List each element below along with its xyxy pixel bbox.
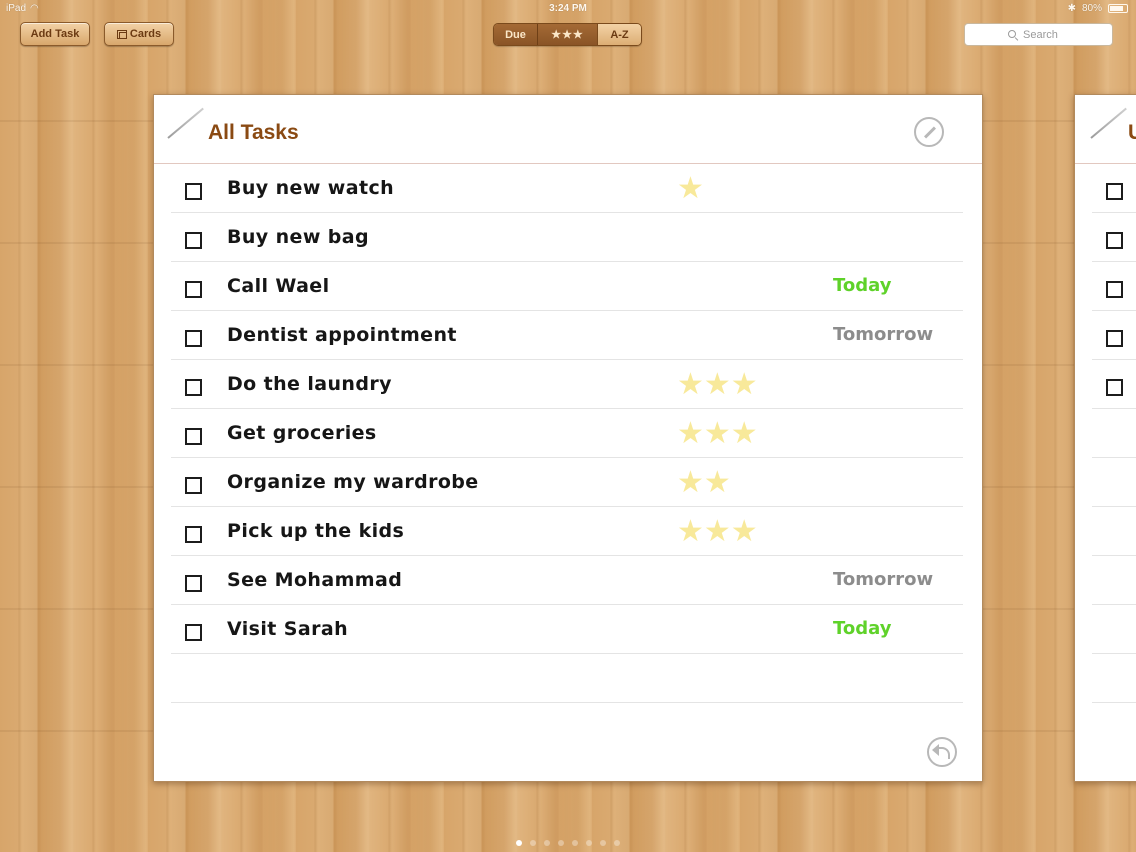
- page-dot[interactable]: [614, 840, 620, 846]
- task-row[interactable]: Do the laundry ★★★: [171, 360, 963, 409]
- empty-row[interactable]: [171, 654, 963, 703]
- status-bar: iPad ◠ 3:24 PM ✱ 80%: [0, 0, 1136, 18]
- task-row[interactable]: [1092, 213, 1136, 262]
- task-checkbox[interactable]: [1106, 379, 1123, 396]
- task-checkbox[interactable]: [185, 428, 202, 445]
- task-checkbox[interactable]: [185, 183, 202, 200]
- task-checkbox[interactable]: [185, 575, 202, 592]
- task-checkbox[interactable]: [185, 379, 202, 396]
- sort-segmented-control: Due ★★★ A-Z: [493, 23, 642, 46]
- empty-row: [1092, 605, 1136, 654]
- star-rating: ★★★: [677, 367, 758, 402]
- sort-stars-label: ★★★: [551, 29, 584, 41]
- card-header: All Tasks: [154, 95, 982, 164]
- task-name: Organize my wardrobe: [227, 471, 479, 493]
- page-dot[interactable]: [558, 840, 564, 846]
- task-row[interactable]: Organize my wardrobe ★★: [171, 458, 963, 507]
- task-name: Pick up the kids: [227, 520, 405, 542]
- task-due: Today: [833, 618, 892, 639]
- next-list-card[interactable]: U: [1074, 94, 1136, 782]
- add-task-label: Add Task: [30, 28, 80, 40]
- task-row[interactable]: [1092, 164, 1136, 213]
- pencil-line-icon: [1090, 107, 1127, 139]
- task-row[interactable]: [1092, 262, 1136, 311]
- empty-row: [1092, 507, 1136, 556]
- task-name: See Mohammad: [227, 569, 403, 591]
- task-row[interactable]: Pick up the kids ★★★: [171, 507, 963, 556]
- task-checkbox[interactable]: [185, 330, 202, 347]
- task-name: Call Wael: [227, 275, 330, 297]
- cards-button[interactable]: Cards: [104, 22, 174, 46]
- sort-az-label: A-Z: [610, 28, 629, 41]
- task-row[interactable]: See Mohammad Tomorrow: [171, 556, 963, 605]
- sort-due-segment[interactable]: Due: [494, 24, 538, 45]
- task-row[interactable]: Call Wael Today: [171, 262, 963, 311]
- star-rating: ★★★: [677, 514, 758, 549]
- next-list-title: U: [1128, 121, 1136, 145]
- task-row[interactable]: [1092, 311, 1136, 360]
- task-row[interactable]: [1092, 360, 1136, 409]
- undo-icon[interactable]: [927, 737, 957, 767]
- list-title: All Tasks: [208, 121, 299, 144]
- task-checkbox[interactable]: [1106, 232, 1123, 249]
- empty-row: [1092, 409, 1136, 458]
- page-dot[interactable]: [544, 840, 550, 846]
- sort-stars-segment[interactable]: ★★★: [538, 24, 598, 45]
- page-indicator[interactable]: [0, 840, 1136, 846]
- page-dot[interactable]: [516, 840, 522, 846]
- battery-icon: [1108, 4, 1128, 13]
- task-checkbox[interactable]: [185, 477, 202, 494]
- task-row[interactable]: Visit Sarah Today: [171, 605, 963, 654]
- cards-label: Cards: [129, 28, 162, 40]
- page-dot[interactable]: [572, 840, 578, 846]
- edit-icon[interactable]: [914, 117, 944, 147]
- task-row[interactable]: Buy new watch ★: [171, 164, 963, 213]
- task-checkbox[interactable]: [185, 232, 202, 249]
- star-rating: ★: [677, 171, 704, 206]
- task-checkbox[interactable]: [185, 526, 202, 543]
- task-due: Tomorrow: [833, 569, 934, 590]
- task-checkbox[interactable]: [1106, 330, 1123, 347]
- battery-percent: 80%: [1081, 3, 1102, 14]
- status-time: 3:24 PM: [549, 3, 587, 14]
- empty-row: [1092, 654, 1136, 703]
- search-icon: [1008, 29, 1018, 40]
- add-task-button[interactable]: Add Task: [20, 22, 90, 46]
- page-dot[interactable]: [586, 840, 592, 846]
- cards-icon: [116, 29, 127, 39]
- task-due: Today: [833, 275, 892, 296]
- task-name: Get groceries: [227, 422, 377, 444]
- page-dot[interactable]: [600, 840, 606, 846]
- page-dot[interactable]: [530, 840, 536, 846]
- task-row[interactable]: Get groceries ★★★: [171, 409, 963, 458]
- task-name: Buy new watch: [227, 177, 395, 199]
- search-field[interactable]: [964, 23, 1113, 46]
- task-list: Buy new watch ★ Buy new bag Call Wael To…: [171, 164, 963, 703]
- next-task-list: [1092, 164, 1136, 703]
- bluetooth-icon: ✱: [1067, 3, 1076, 14]
- task-checkbox[interactable]: [185, 624, 202, 641]
- task-row[interactable]: Dentist appointment Tomorrow: [171, 311, 963, 360]
- task-checkbox[interactable]: [1106, 281, 1123, 298]
- pencil-line-icon: [167, 107, 204, 139]
- task-name: Buy new bag: [227, 226, 370, 248]
- task-name: Dentist appointment: [227, 324, 457, 346]
- sort-due-label: Due: [505, 28, 526, 41]
- star-rating: ★★: [677, 465, 731, 500]
- task-checkbox[interactable]: [185, 281, 202, 298]
- task-checkbox[interactable]: [1106, 183, 1123, 200]
- star-rating: ★★★: [677, 416, 758, 451]
- next-card-header: U: [1075, 95, 1136, 164]
- task-name: Do the laundry: [227, 373, 392, 395]
- search-input[interactable]: [1023, 28, 1069, 41]
- task-due: Tomorrow: [833, 324, 934, 345]
- task-list-card: All Tasks Buy new watch ★ Buy new bag Ca…: [153, 94, 983, 782]
- sort-az-segment[interactable]: A-Z: [598, 24, 641, 45]
- empty-row: [1092, 556, 1136, 605]
- empty-row: [1092, 458, 1136, 507]
- task-name: Visit Sarah: [227, 618, 349, 640]
- task-row[interactable]: Buy new bag: [171, 213, 963, 262]
